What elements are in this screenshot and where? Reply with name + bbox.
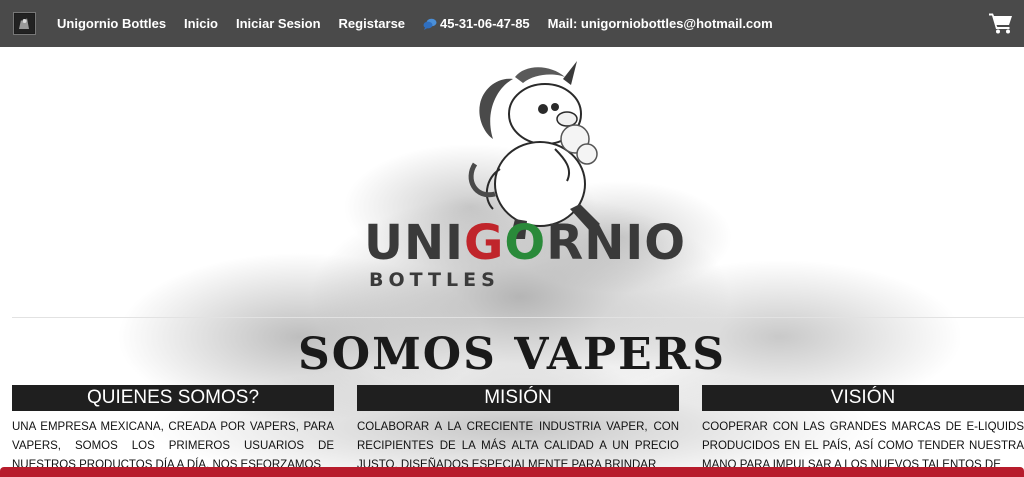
site-logo-icon[interactable]: [13, 12, 36, 35]
phone-contact: 45-31-06-47-85: [423, 16, 530, 31]
nav-link-iniciar-sesion[interactable]: Iniciar Sesion: [236, 16, 321, 31]
mail-address: Mail: unigorniobottles@hotmail.com: [547, 16, 773, 31]
bottom-red-bar: [0, 467, 1024, 477]
nav-link-inicio[interactable]: Inicio: [184, 16, 218, 31]
brand-name-part: UNI: [364, 215, 465, 271]
column-title: QUIENES SOMOS?: [12, 385, 334, 411]
nav-link-unigornio-bottles[interactable]: Unigornio Bottles: [57, 16, 166, 31]
brand-name-part: G: [464, 215, 505, 271]
nav-link-registarse[interactable]: Registarse: [339, 16, 405, 31]
column-title: VISIÓN: [702, 385, 1024, 411]
top-navbar: Unigornio Bottles Inicio Iniciar Sesion …: [0, 0, 1024, 47]
nav-links: Unigornio Bottles Inicio Iniciar Sesion …: [57, 0, 773, 47]
column-vision: VISIÓN COOPERAR CON LAS GRANDES MARCAS D…: [702, 385, 1024, 477]
brand-name: UNIGORNIO: [364, 215, 685, 271]
column-title: MISIÓN: [357, 385, 679, 411]
phone-number: 45-31-06-47-85: [440, 16, 530, 31]
hero-section: UNIGORNIO BOTTLES SOMOS VAPERS QUIENES S…: [0, 47, 1024, 477]
shopping-cart-icon[interactable]: [989, 12, 1013, 34]
column-quienes-somos: QUIENES SOMOS? UNA EMPRESA MEXICANA, CRE…: [12, 385, 334, 477]
column-mision: MISIÓN COLABORAR A LA CRECIENTE INDUSTRI…: [357, 385, 679, 477]
brand-logo: UNIGORNIO BOTTLES: [364, 215, 685, 302]
chat-bubble-icon: [423, 18, 437, 30]
brand-subtitle: BOTTLES: [369, 269, 500, 291]
brand-name-part: RNIO: [546, 215, 687, 271]
page-headline: SOMOS VAPERS: [297, 329, 727, 380]
divider: [12, 317, 1024, 318]
brand-name-part: O: [504, 215, 547, 271]
